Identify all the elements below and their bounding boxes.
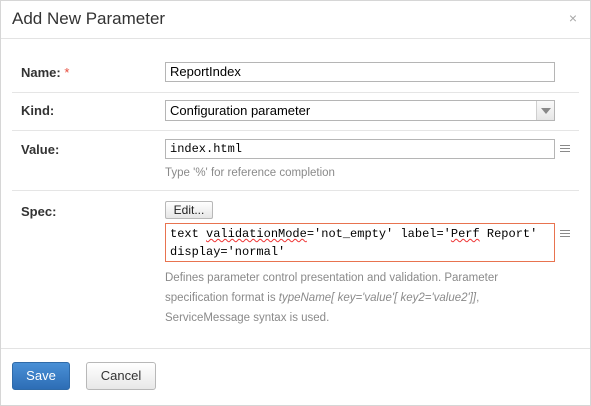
- chevron-down-icon[interactable]: [536, 101, 554, 120]
- name-input[interactable]: ReportIndex: [165, 62, 555, 82]
- save-button[interactable]: Save: [12, 362, 70, 390]
- spec-textarea[interactable]: text validationMode='not_empty' label='P…: [165, 223, 555, 262]
- name-label-text: Name:: [21, 65, 61, 80]
- spec-hint-line: Defines parameter control presentation a…: [165, 272, 499, 284]
- spec-text: Report': [479, 227, 538, 241]
- divider: [12, 130, 579, 131]
- spec-hint-text: ,: [476, 292, 480, 304]
- kind-select[interactable]: Configuration parameter: [165, 100, 555, 121]
- add-parameter-dialog: Add New Parameter × Name: * ReportIndex …: [0, 0, 591, 406]
- value-hint: Type '%' for reference completion: [165, 167, 335, 179]
- kind-label: Kind:: [21, 103, 55, 118]
- expand-editor-icon[interactable]: [560, 145, 570, 153]
- kind-selected-value: Configuration parameter: [170, 103, 311, 118]
- divider: [12, 190, 579, 191]
- value-input[interactable]: index.html: [165, 139, 555, 159]
- spec-text: display='normal': [170, 245, 286, 259]
- spec-hint-line: ServiceMessage syntax is used.: [165, 312, 330, 324]
- spec-text: validationMode: [206, 227, 307, 241]
- value-label: Value:: [21, 142, 60, 157]
- spec-hint-line: specification format is typeName[ key='v…: [165, 288, 498, 308]
- cancel-button[interactable]: Cancel: [86, 362, 156, 390]
- edit-spec-button[interactable]: Edit...: [165, 201, 213, 219]
- spec-text: Perf: [450, 227, 480, 241]
- name-label: Name: *: [21, 65, 69, 80]
- required-marker: *: [64, 65, 70, 80]
- spec-hint: Defines parameter control presentation a…: [165, 268, 498, 328]
- spec-text: ='not_empty' label=': [306, 227, 451, 241]
- spec-hint-text: specification format is: [165, 292, 279, 304]
- expand-editor-icon[interactable]: [560, 230, 570, 238]
- spec-hint-format: typeName[ key='value'[ key2='value2']]: [278, 292, 477, 304]
- dialog-title: Add New Parameter: [12, 9, 166, 28]
- footer-divider: [1, 348, 590, 349]
- divider: [12, 92, 579, 93]
- close-icon[interactable]: ×: [569, 10, 577, 26]
- dialog-header: Add New Parameter ×: [1, 1, 590, 39]
- spec-label: Spec:: [21, 204, 57, 219]
- spec-text: text: [170, 227, 207, 241]
